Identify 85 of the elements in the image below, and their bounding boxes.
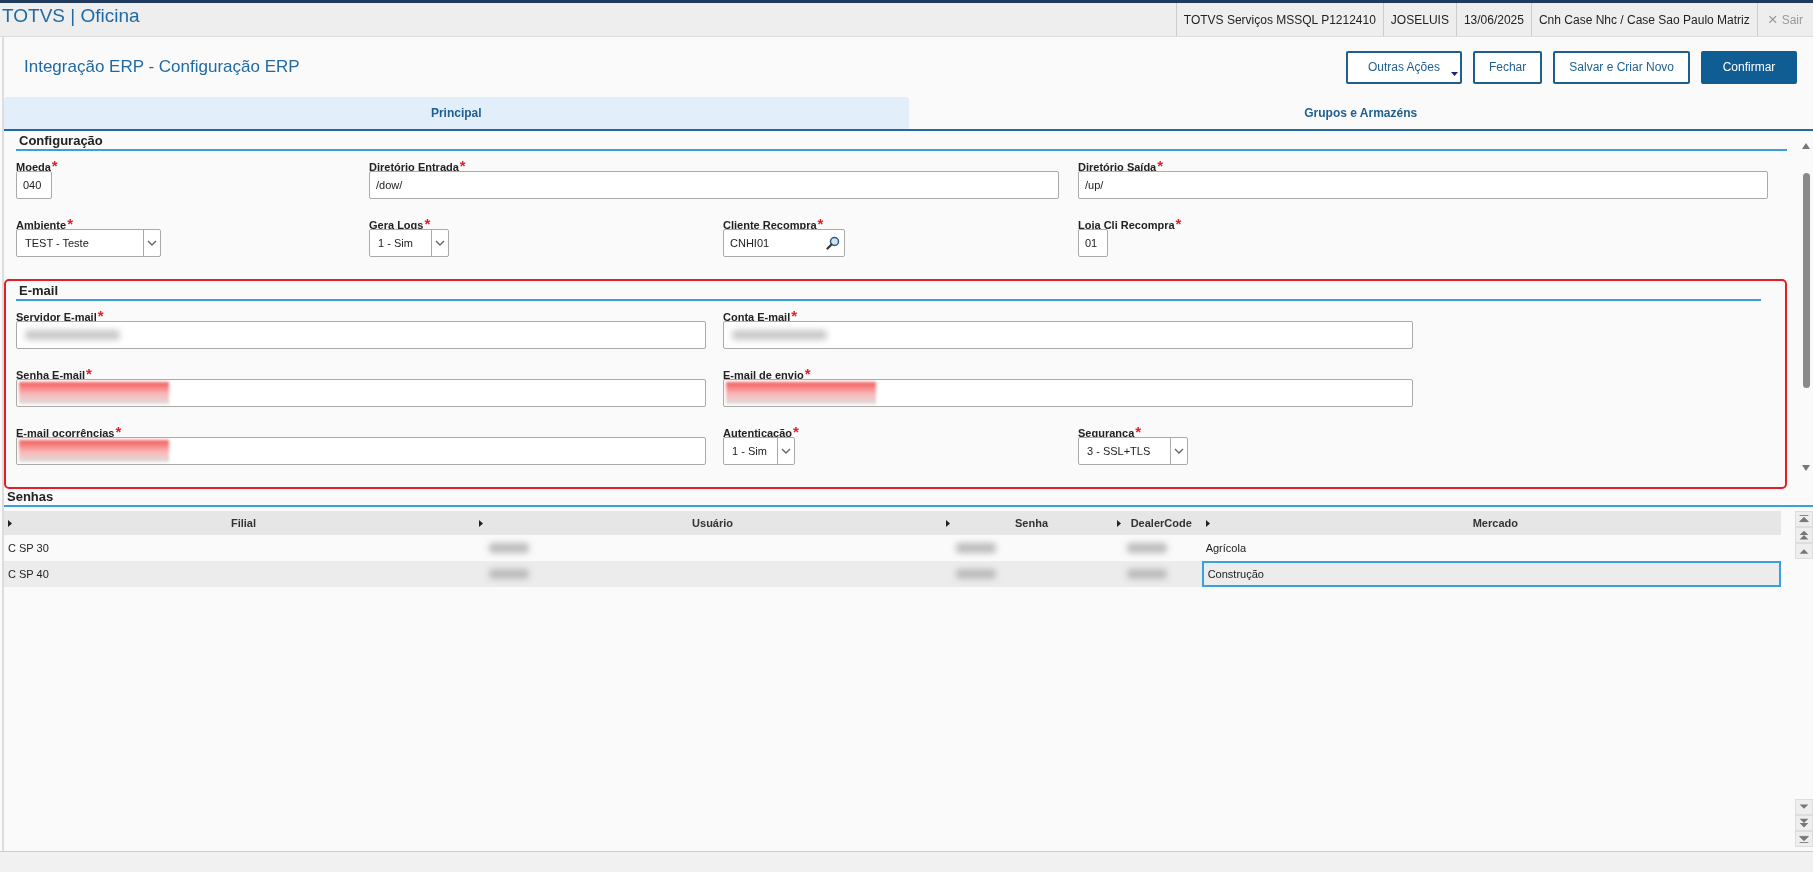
column-header[interactable]: Filial [230,517,256,529]
scroll-down-icon[interactable] [1795,799,1813,815]
section-title: Configuração [16,131,1787,151]
triangle-icon[interactable] [478,519,483,527]
lookup-field[interactable]: CNHI01 [723,229,845,257]
table-cell: C SP 40 [8,568,49,580]
required-mark: * [1157,157,1164,174]
column-header[interactable]: Usuário [692,517,734,529]
triangle-icon[interactable] [946,519,951,527]
required-mark: * [459,157,466,174]
required-mark: * [51,157,58,174]
table-cell: Construção [1201,561,1781,587]
status-item: JOSELUIS [1382,3,1456,36]
scroll-up-icon[interactable] [1802,143,1810,149]
chevron-icon [147,240,157,246]
field-label: Autenticação [723,427,793,439]
input-field[interactable] [723,379,1413,407]
required-mark: * [67,215,73,232]
field-label: Ambiente [16,219,67,231]
field-label: Segurança [1078,427,1135,439]
confirm-button[interactable]: Confirmar [1701,50,1797,84]
required-mark: * [424,215,431,232]
page-up-icon[interactable] [1795,527,1813,543]
table-row[interactable]: C SP 40 Construção [4,561,1781,587]
triangle-icon[interactable] [1116,519,1121,527]
select-field[interactable]: TEST - Teste [16,229,161,257]
field-label: Conta E-mail [723,311,791,323]
select-field[interactable]: 1 - Sim [369,229,449,257]
required-mark: * [86,365,92,382]
field-label: Cliente Recompra [723,219,817,231]
input-field[interactable] [16,437,706,465]
scroll-bottom-icon[interactable] [1795,831,1813,847]
triangle-icon[interactable] [8,519,12,527]
table-cell: C SP 30 [8,542,49,554]
input-field[interactable]: /up/ [1078,171,1768,199]
input-field[interactable]: 01 [1078,229,1108,257]
field-label: Diretório Entrada [369,161,459,173]
action-button[interactable]: Fechar [1472,50,1543,84]
chevron-icon [1174,448,1184,454]
field-label: Diretório Saída [1078,161,1157,173]
input-field[interactable] [723,321,1413,349]
field-label: Servidor E-mail [16,311,97,323]
scrollbar-thumb[interactable] [1802,173,1810,388]
page-down-icon[interactable] [1795,815,1813,831]
select-field[interactable]: 1 - Sim [723,437,795,465]
field-label: E-mail ocorrências [16,427,115,439]
scroll-down-icon[interactable] [1802,465,1810,471]
column-header[interactable]: Mercado [1472,517,1518,529]
status-item: 13/06/2025 [1455,3,1531,36]
field-label: Moeda [16,161,51,173]
chevron-icon [435,240,445,246]
triangle-icon[interactable] [1205,519,1210,527]
input-field[interactable] [16,379,706,407]
field-label: Senha E-mail [16,369,86,381]
scroll-top-icon[interactable] [1795,511,1813,527]
required-mark: * [1175,215,1182,232]
table-cell-text: Agrícola [1204,541,1247,556]
select-field[interactable]: 3 - SSL+TLS [1078,437,1188,465]
caret-icon [1450,71,1458,76]
section-title: Senhas [4,487,1813,507]
required-mark: * [1135,423,1142,440]
input-field[interactable]: 040 [16,171,52,199]
input-field[interactable]: /dow/ [369,171,1059,199]
input-field[interactable] [16,321,706,349]
app-title: TOTVS | Oficina [1,4,141,28]
required-mark: * [115,423,122,440]
required-mark: * [804,365,811,382]
required-mark: * [817,215,824,232]
tab[interactable]: Principal [4,97,909,129]
column-header[interactable]: DealerCode [1130,517,1192,529]
status-item: TOTVS Serviços MSSQL P1212410 [1175,3,1383,36]
required-mark: * [97,307,104,324]
column-header[interactable]: Senha [1015,517,1049,529]
required-mark: * [793,423,799,440]
table-row[interactable]: C SP 30 Agrícola [4,535,1781,561]
search-icon [826,236,840,250]
scroll-up-icon[interactable] [1795,543,1813,559]
chevron-icon [781,448,791,454]
status-item: Cnh Case Nhc / Case Sao Paulo Matriz [1530,3,1757,36]
action-button[interactable]: Salvar e Criar Novo [1553,50,1690,84]
required-mark: * [791,307,798,324]
field-label: E-mail de envio [723,369,804,381]
more-actions-button[interactable]: Outras Ações [1345,50,1462,84]
section-title: E-mail [16,281,1761,301]
page-title: Integração ERP - Configuração ERP [24,57,300,77]
